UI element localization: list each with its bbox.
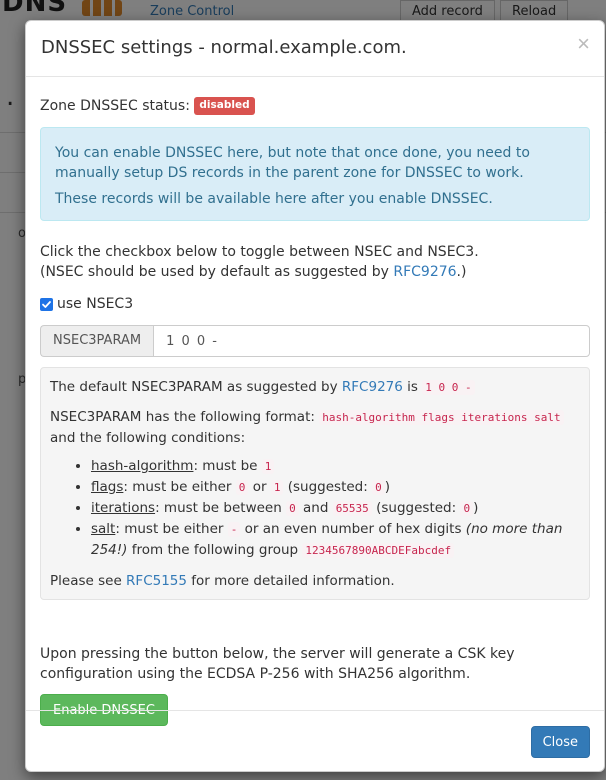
condition-code: - <box>227 522 241 537</box>
condition-term: iterations <box>91 500 156 516</box>
condition-code: 1 <box>261 459 275 474</box>
help-text: for more detailed information. <box>186 573 395 589</box>
condition-term: hash-algorithm <box>91 458 194 474</box>
checkmark-icon <box>42 300 51 308</box>
condition-code: 0 <box>372 480 385 495</box>
help-text: Please see <box>50 573 127 589</box>
condition-text: ) <box>384 479 390 495</box>
format-text: NSEC3PARAM has the following format: has… <box>50 407 579 448</box>
condition-term: flags <box>91 479 124 495</box>
condition-text: : must be between <box>155 500 287 516</box>
condition-text: or <box>248 479 271 495</box>
nsec3param-help: The default NSEC3PARAM as suggested by R… <box>40 367 590 600</box>
rfc9276-link[interactable]: RFC9276 <box>393 264 456 280</box>
condition-code: 1 <box>270 480 284 495</box>
toggle-text: (NSEC should be used by default as sugge… <box>40 264 394 280</box>
condition-code: 65535 <box>332 501 372 516</box>
rfc9276-link[interactable]: RFC9276 <box>342 379 403 395</box>
condition-text: and <box>298 500 333 516</box>
toggle-text: Click the checkbox below to toggle betwe… <box>40 244 479 260</box>
format-code: hash-algorithm flags iterations salt <box>319 410 564 425</box>
toggle-explanation: Click the checkbox below to toggle betwe… <box>40 242 590 282</box>
modal-body: Zone DNSSEC status: disabled You can ena… <box>26 77 604 726</box>
help-text: The default NSEC3PARAM as suggested by <box>50 379 342 395</box>
info-alert-text: These records will be available here aft… <box>55 191 493 207</box>
help-text: is <box>402 379 423 395</box>
info-alert-text: You can enable DNSSEC here, but note tha… <box>55 145 530 181</box>
status-badge: disabled <box>194 97 255 115</box>
nsec3param-input-group: NSEC3PARAM <box>40 325 590 357</box>
condition-code: 0 <box>460 501 474 516</box>
condition-text: from the following group <box>127 542 303 558</box>
modal-title: DNSSEC settings - normal.example.com. <box>41 37 407 58</box>
use-nsec3-checkbox[interactable] <box>40 297 53 311</box>
condition-code: 1234567890ABCDEFabcdef <box>302 543 455 558</box>
close-button[interactable]: Close <box>530 726 590 758</box>
modal-header: DNSSEC settings - normal.example.com. × <box>26 21 604 77</box>
condition-text: : must be either <box>115 521 228 537</box>
use-nsec3-label: use NSEC3 <box>57 296 134 312</box>
condition-text: (suggested: <box>283 479 373 495</box>
generate-key-text: Upon pressing the button below, the serv… <box>40 646 515 682</box>
condition-text: : must be <box>193 458 262 474</box>
see-rfc-text: Please see RFC5155 for more detailed inf… <box>50 571 579 591</box>
default-nsec3param-text: The default NSEC3PARAM as suggested by R… <box>50 377 579 398</box>
condition-text: ) <box>473 500 479 516</box>
condition-flags: flags: must be either 0 or 1 (suggested:… <box>91 477 579 498</box>
default-value-code: 1 0 0 - <box>422 380 475 395</box>
nsec3param-addon: NSEC3PARAM <box>40 325 154 357</box>
condition-text: : must be either <box>123 479 236 495</box>
condition-iterations: iterations: must be between 0 and 65535 … <box>91 498 579 519</box>
help-text: NSEC3PARAM has the following format: <box>50 409 320 425</box>
toggle-text: .) <box>456 264 467 280</box>
info-alert: You can enable DNSSEC here, but note tha… <box>40 127 590 221</box>
condition-salt: salt: must be either - or an even number… <box>91 519 579 561</box>
zone-dnssec-status: Zone DNSSEC status: disabled <box>40 95 590 117</box>
use-nsec3-checkbox-row[interactable]: use NSEC3 <box>40 294 590 314</box>
status-label: Zone DNSSEC status: <box>40 98 190 114</box>
modal-footer: Close <box>26 710 604 771</box>
close-icon[interactable]: × <box>577 32 590 56</box>
condition-hash-algorithm: hash-algorithm: must be 1 <box>91 456 579 477</box>
nsec3param-input[interactable] <box>153 325 590 357</box>
condition-code: 0 <box>286 501 299 516</box>
conditions-list: hash-algorithm: must be 1 flags: must be… <box>50 456 579 561</box>
rfc5155-link[interactable]: RFC5155 <box>126 573 187 589</box>
condition-text: (suggested: <box>371 500 461 516</box>
dnssec-settings-modal: DNSSEC settings - normal.example.com. × … <box>25 20 605 772</box>
condition-code: 0 <box>235 480 249 495</box>
condition-term: salt <box>91 521 116 537</box>
condition-text: or an even number of hex digits <box>240 521 466 537</box>
help-text: and the following conditions: <box>50 430 246 446</box>
